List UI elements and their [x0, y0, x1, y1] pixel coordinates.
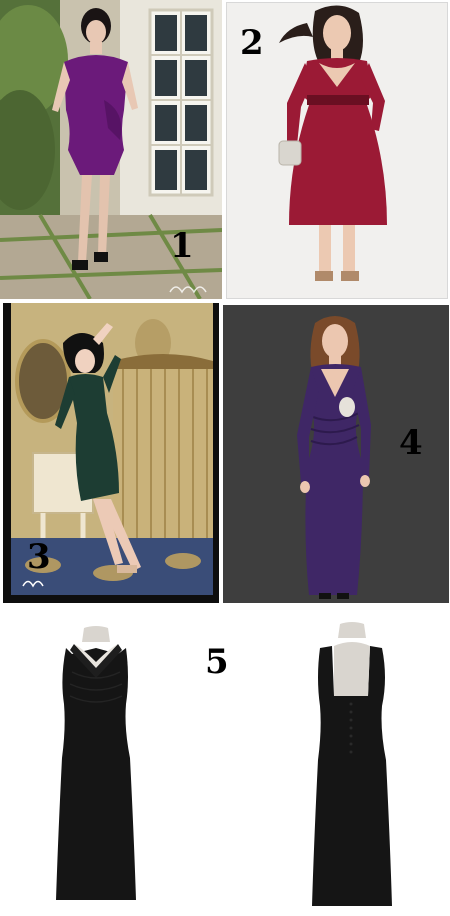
panel-number-5: 5 [205, 642, 229, 682]
panel-number-1: 1 [170, 226, 194, 266]
panel-number-2: 2 [240, 23, 264, 63]
panel-number-3: 3 [27, 537, 51, 577]
panel-number-4: 4 [399, 423, 423, 463]
